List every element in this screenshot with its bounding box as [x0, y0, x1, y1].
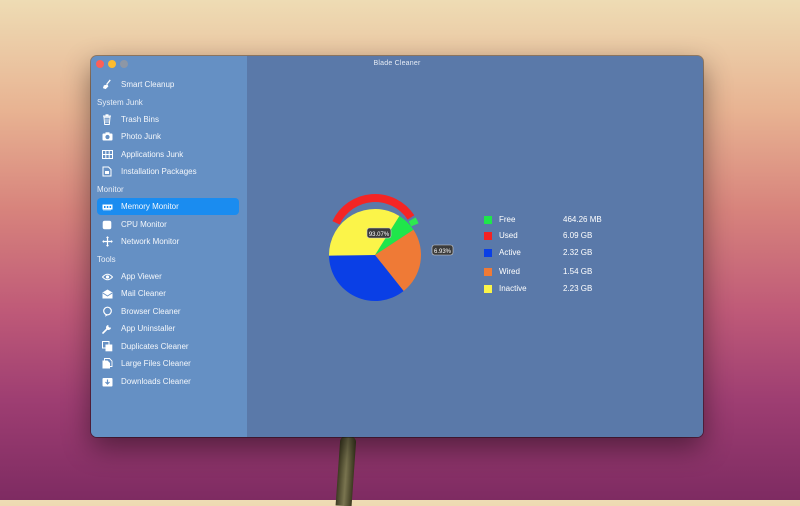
app-window: Smart Cleanup System Junk Trash Bins Pho… — [91, 56, 703, 437]
sidebar-item-label: App Viewer — [121, 272, 162, 281]
legend-value: 6.09 GB — [563, 231, 593, 240]
memory-chip-icon — [101, 201, 113, 213]
browser-icon — [101, 306, 113, 318]
memory-chart: 93.07% 6.93% — [328, 194, 454, 302]
wrench-icon — [101, 323, 113, 335]
sidebar-item-label: Smart Cleanup — [121, 80, 175, 89]
sidebar-item-duplicates-cleaner[interactable]: Duplicates Cleaner — [97, 338, 239, 355]
package-icon — [101, 166, 113, 178]
sidebar-item-label: Duplicates Cleaner — [121, 342, 189, 351]
sidebar-item-label: Mail Cleaner — [121, 289, 166, 298]
eye-icon — [101, 271, 113, 283]
legend-item-active: Active 2.32 GB — [484, 248, 592, 257]
sidebar-item-label: CPU Monitor — [121, 220, 167, 229]
mail-icon — [101, 288, 113, 300]
legend-item-free: Free 464.26 MB — [484, 215, 602, 224]
sidebar-item-label: Network Monitor — [121, 237, 180, 246]
sidebar-item-label: Memory Monitor — [121, 202, 179, 211]
legend-value: 1.54 GB — [563, 267, 593, 276]
legend-swatch — [484, 215, 492, 224]
memory-pie — [328, 208, 422, 302]
camera-icon — [101, 131, 113, 143]
download-icon — [101, 376, 113, 388]
legend-value: 2.32 GB — [563, 248, 593, 257]
sidebar-item-app-uninstaller[interactable]: App Uninstaller — [97, 320, 239, 337]
sidebar-item-app-viewer[interactable]: App Viewer — [97, 268, 239, 285]
trash-icon — [101, 114, 113, 126]
sidebar-item-memory-monitor[interactable]: Memory Monitor — [97, 198, 239, 215]
legend-label: Used — [499, 231, 518, 240]
section-title-monitor: Monitor — [97, 185, 124, 194]
duplicates-icon — [101, 341, 113, 353]
sidebar-item-label: Trash Bins — [121, 115, 159, 124]
sidebar-item-cpu-monitor[interactable]: CPU Monitor — [97, 216, 239, 233]
sidebar-item-photo-junk[interactable]: Photo Junk — [97, 128, 239, 145]
sidebar-item-applications-junk[interactable]: Applications Junk — [97, 146, 239, 163]
window-title: Blade Cleaner — [373, 60, 421, 67]
legend-item-inactive: Inactive 2.23 GB — [484, 284, 592, 293]
sidebar-item-label: Large Files Cleaner — [121, 359, 191, 368]
legend-swatch — [484, 284, 492, 293]
sidebar-item-label: Browser Cleaner — [121, 307, 181, 316]
sidebar-item-mail-cleaner[interactable]: Mail Cleaner — [97, 285, 239, 302]
sidebar-item-label: Applications Junk — [121, 150, 184, 159]
legend-label: Wired — [499, 267, 520, 276]
sidebar-item-downloads-cleaner[interactable]: Downloads Cleaner — [97, 373, 239, 390]
memory-monitor-panel: 93.07% 6.93% Free 464.26 MB Used 6.09 GB… — [247, 76, 703, 437]
legend-label: Inactive — [499, 284, 527, 293]
cpu-icon — [101, 219, 113, 231]
sidebar-item-browser-cleaner[interactable]: Browser Cleaner — [97, 303, 239, 320]
legend-item-used: Used 6.09 GB — [484, 231, 592, 240]
free-percent-tooltip: 6.93% — [431, 244, 454, 256]
sidebar: Smart Cleanup System Junk Trash Bins Pho… — [91, 56, 247, 437]
legend-item-wired: Wired 1.54 GB — [484, 267, 592, 276]
sidebar-item-installation-packages[interactable]: Installation Packages — [97, 163, 239, 180]
flower-stem — [335, 435, 357, 506]
gauge-free-arc — [408, 217, 419, 227]
sidebar-item-label: Photo Junk — [121, 132, 162, 141]
broom-icon — [101, 79, 113, 91]
section-title-tools: Tools — [97, 255, 116, 264]
used-percent-label: 93.07% — [369, 232, 390, 238]
used-percent-tooltip: 93.07% — [366, 227, 392, 239]
large-file-icon — [101, 358, 113, 370]
sidebar-item-network-monitor[interactable]: Network Monitor — [97, 233, 239, 250]
sidebar-item-label: App Uninstaller — [121, 324, 176, 333]
network-icon — [101, 236, 113, 248]
legend-swatch — [484, 248, 492, 257]
sidebar-item-trash-bins[interactable]: Trash Bins — [97, 111, 239, 128]
sidebar-item-label: Downloads Cleaner — [121, 377, 191, 386]
legend-swatch — [484, 231, 492, 240]
legend-label: Active — [499, 248, 521, 257]
legend-value: 464.26 MB — [563, 215, 602, 224]
section-title-system-junk: System Junk — [97, 98, 143, 107]
sidebar-item-smart-cleanup[interactable]: Smart Cleanup — [97, 76, 239, 93]
legend-swatch — [484, 267, 492, 276]
sidebar-item-large-files-cleaner[interactable]: Large Files Cleaner — [97, 355, 239, 372]
free-percent-label: 6.93% — [434, 249, 452, 255]
legend-value: 2.23 GB — [563, 284, 593, 293]
sidebar-item-label: Installation Packages — [121, 167, 197, 176]
grid-icon — [101, 149, 113, 161]
legend-label: Free — [499, 215, 516, 224]
